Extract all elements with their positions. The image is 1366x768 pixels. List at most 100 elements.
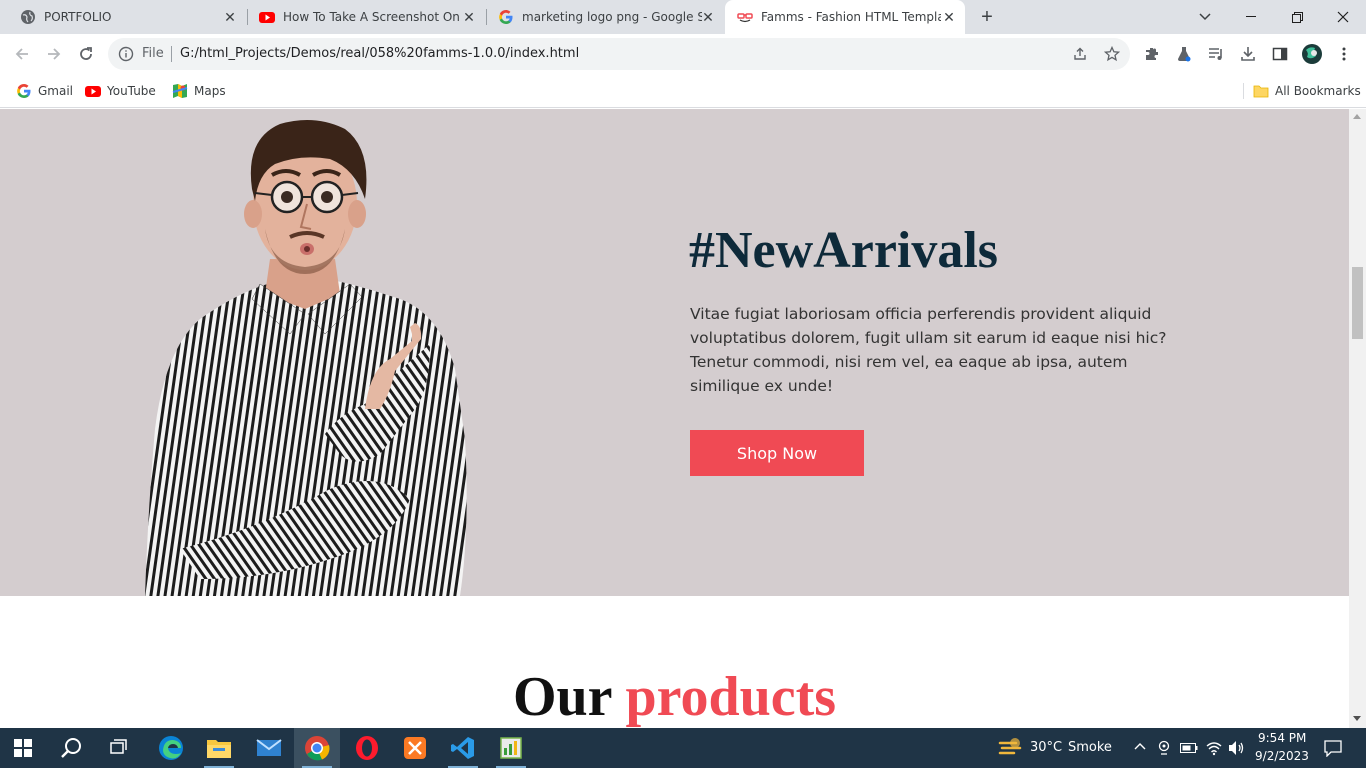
weather-temp[interactable]: 30°C bbox=[1030, 740, 1062, 755]
bookmark-star-icon[interactable] bbox=[1102, 44, 1122, 64]
url-scheme-label: File bbox=[142, 46, 164, 61]
close-tab-icon[interactable]: ✕ bbox=[941, 9, 957, 25]
profile-avatar[interactable] bbox=[1302, 44, 1322, 64]
taskbar-vscode[interactable] bbox=[440, 728, 486, 768]
arrow-left-icon bbox=[15, 48, 28, 60]
reload-button[interactable] bbox=[72, 40, 100, 68]
close-tab-icon[interactable]: ✕ bbox=[461, 9, 477, 25]
weather-condition[interactable]: Smoke bbox=[1068, 740, 1112, 755]
download-icon[interactable] bbox=[1238, 44, 1258, 64]
taskbar-app[interactable] bbox=[488, 728, 534, 768]
clock-date[interactable]: 9/2/2023 bbox=[1254, 749, 1310, 763]
extensions-icon[interactable] bbox=[1142, 44, 1162, 64]
tab-search-button[interactable] bbox=[1182, 0, 1228, 34]
shop-now-button[interactable]: Shop Now bbox=[690, 430, 864, 476]
weather-smoke-icon[interactable] bbox=[998, 737, 1022, 759]
chevron-down-icon bbox=[1199, 13, 1211, 21]
famms-icon bbox=[737, 13, 753, 23]
taskbar-opera[interactable] bbox=[344, 728, 390, 768]
scroll-thumb[interactable] bbox=[1352, 267, 1363, 339]
hero-model-image bbox=[145, 120, 467, 596]
taskbar-xampp[interactable] bbox=[392, 728, 438, 768]
edge-browser-icon bbox=[159, 736, 183, 760]
tab-strip: PORTFOLIO ✕ How To Take A Screenshot On … bbox=[0, 0, 1366, 34]
folder-icon bbox=[207, 740, 231, 758]
tab-youtube[interactable]: How To Take A Screenshot On Yo ✕ bbox=[247, 0, 485, 34]
tab-google-search[interactable]: marketing logo png - Google Se ✕ bbox=[486, 0, 724, 34]
forward-button[interactable] bbox=[40, 40, 68, 68]
wifi-icon[interactable] bbox=[1206, 740, 1222, 756]
all-bookmarks-button[interactable]: All Bookmarks bbox=[1253, 82, 1361, 100]
search-icon bbox=[61, 738, 81, 758]
search-button[interactable] bbox=[48, 728, 94, 768]
restore-button[interactable] bbox=[1274, 0, 1320, 34]
bookmark-label: YouTube bbox=[107, 84, 156, 98]
battery-icon[interactable] bbox=[1180, 742, 1198, 754]
share-icon[interactable] bbox=[1070, 44, 1090, 64]
more-menu-icon[interactable] bbox=[1334, 44, 1354, 64]
task-view-icon bbox=[110, 739, 127, 754]
hero-title: #NewArrivals bbox=[689, 222, 999, 279]
bookmarks-divider bbox=[1243, 83, 1244, 99]
new-tab-button[interactable]: + bbox=[975, 5, 999, 29]
mail-icon bbox=[256, 739, 282, 756]
chevron-up-icon[interactable] bbox=[1134, 742, 1146, 750]
tab-title: How To Take A Screenshot On Yo bbox=[283, 10, 463, 24]
folder-icon bbox=[1253, 85, 1269, 98]
tab-title: marketing logo png - Google Se bbox=[522, 10, 702, 24]
clock-time[interactable]: 9:54 PM bbox=[1258, 731, 1306, 745]
taskbar-edge[interactable] bbox=[148, 728, 194, 768]
google-icon bbox=[499, 10, 513, 24]
all-bookmarks-label: All Bookmarks bbox=[1275, 84, 1361, 98]
hero-description: Vitae fugiat laboriosam officia perferen… bbox=[690, 305, 1167, 395]
products-heading: Our products bbox=[0, 665, 1349, 728]
tab-title: Famms - Fashion HTML Templat bbox=[761, 10, 941, 24]
scroll-down-arrow-icon[interactable] bbox=[1353, 716, 1361, 721]
maps-icon bbox=[172, 84, 188, 98]
tab-portfolio[interactable]: PORTFOLIO ✕ bbox=[8, 0, 246, 34]
page-scrollbar[interactable] bbox=[1349, 109, 1366, 728]
bookmarks-bar: Gmail YouTube Maps All Bookmarks bbox=[0, 74, 1366, 108]
tab-famms[interactable]: Famms - Fashion HTML Templat ✕ bbox=[725, 0, 965, 34]
windows-logo-icon bbox=[14, 739, 32, 757]
taskbar-file-explorer[interactable] bbox=[196, 728, 242, 768]
youtube-icon bbox=[259, 12, 275, 23]
bookmark-youtube[interactable]: YouTube bbox=[85, 82, 156, 100]
url-text[interactable]: G:/html_Projects/Demos/real/058%20famms-… bbox=[180, 46, 579, 61]
bookmark-label: Gmail bbox=[38, 84, 74, 98]
task-view-button[interactable] bbox=[96, 728, 142, 768]
bookmark-gmail[interactable]: Gmail bbox=[16, 82, 73, 100]
tab-title: PORTFOLIO bbox=[44, 10, 112, 24]
start-button[interactable] bbox=[0, 728, 46, 768]
chrome-icon bbox=[305, 736, 330, 761]
reload-icon bbox=[80, 47, 92, 60]
hero-banner: #NewArrivals Vitae fugiat laboriosam off… bbox=[0, 109, 1349, 596]
lab-flask-icon[interactable] bbox=[1174, 44, 1194, 64]
browser-toolbar: File G:/html_Projects/Demos/real/058%20f… bbox=[0, 34, 1366, 74]
address-bar[interactable]: File G:/html_Projects/Demos/real/058%20f… bbox=[108, 38, 1130, 70]
windows-taskbar: 30°C Smoke 9:54 PM 9/2/2023 bbox=[0, 728, 1366, 768]
back-button[interactable] bbox=[8, 40, 36, 68]
chart-app-icon bbox=[500, 737, 522, 759]
close-icon bbox=[1337, 11, 1349, 23]
scroll-up-arrow-icon[interactable] bbox=[1353, 114, 1361, 119]
side-panel-icon[interactable] bbox=[1270, 44, 1290, 64]
webcam-icon[interactable] bbox=[1157, 740, 1171, 756]
info-icon[interactable] bbox=[118, 46, 134, 62]
notifications-icon[interactable] bbox=[1324, 739, 1342, 757]
google-icon bbox=[17, 84, 31, 98]
arrow-right-icon bbox=[48, 48, 61, 60]
close-tab-icon[interactable]: ✕ bbox=[700, 9, 716, 25]
close-tab-icon[interactable]: ✕ bbox=[222, 9, 238, 25]
volume-icon[interactable] bbox=[1228, 740, 1246, 756]
bookmark-maps[interactable]: Maps bbox=[172, 82, 226, 100]
minimize-button[interactable] bbox=[1228, 0, 1274, 34]
taskbar-chrome[interactable] bbox=[294, 728, 340, 768]
minimize-icon bbox=[1246, 16, 1256, 17]
media-controls-icon[interactable] bbox=[1206, 44, 1226, 64]
vscode-icon bbox=[451, 737, 474, 759]
bookmark-label: Maps bbox=[194, 84, 226, 98]
taskbar-mail[interactable] bbox=[246, 728, 292, 768]
restore-icon bbox=[1291, 11, 1303, 23]
close-window-button[interactable] bbox=[1320, 0, 1366, 34]
